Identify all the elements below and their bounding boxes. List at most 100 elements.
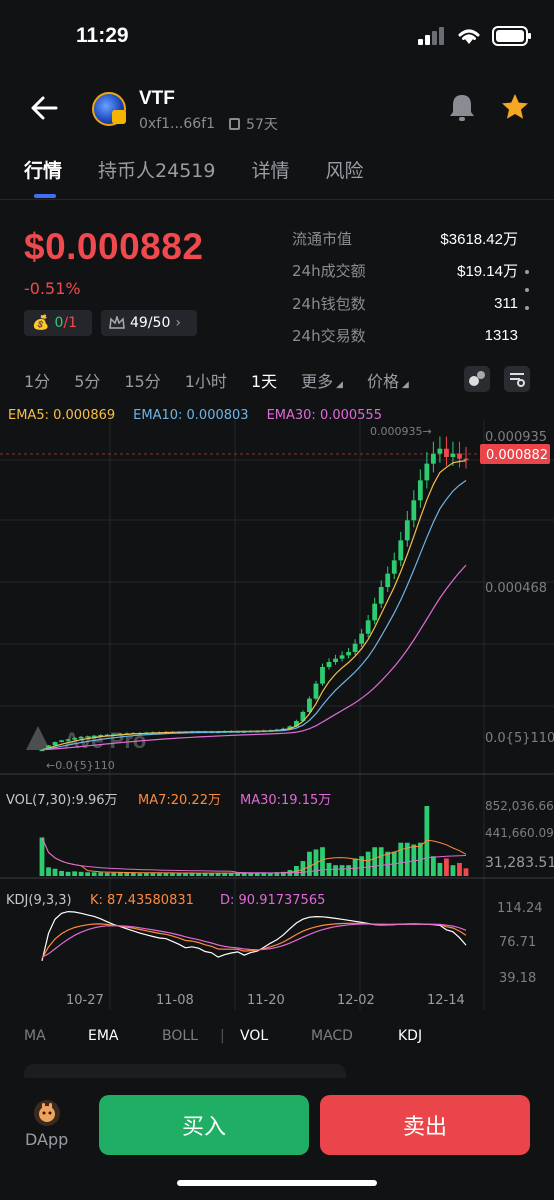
dapp-icon[interactable] [34, 1100, 60, 1126]
chip1-total: /1 [63, 315, 77, 331]
candle-body [378, 587, 384, 604]
volume-bar [398, 842, 404, 876]
volume-bar [157, 873, 162, 876]
money-bag-chip[interactable]: 💰 0/1 [24, 310, 92, 336]
x-axis-label: 10-27 [66, 993, 104, 1008]
volume-bar [437, 862, 443, 876]
chip1-value: 0 [54, 315, 64, 331]
tab-holders[interactable]: 持币人24519 [98, 156, 215, 183]
price-axis-label: 0.0{5}110 [485, 731, 554, 746]
tab-details[interactable]: 详情 [251, 156, 289, 183]
volume-bar [359, 856, 365, 876]
price-chart[interactable]: Ave Pro 0.000935 0.000468 0.0{5}110 0.00… [0, 420, 554, 1020]
star-icon[interactable] [500, 92, 530, 122]
stat-row: 流通市值 $3618.42万 [292, 222, 518, 255]
candle-body [404, 520, 410, 541]
volume-bar [228, 873, 234, 876]
volume-bar [137, 873, 143, 876]
kdj-axis-label: 39.18 [499, 971, 536, 986]
price-axis-label: 0.000468 [485, 581, 547, 596]
stat-row: 24h成交额 $19.14万 [292, 255, 518, 288]
volume-bar [196, 873, 201, 876]
ind-tab-macd[interactable]: MACD [311, 1028, 353, 1044]
ind-tab-vol[interactable]: VOL [240, 1028, 268, 1044]
collapsed-panel[interactable] [24, 1064, 346, 1078]
interval-1h[interactable]: 1小时 [185, 368, 227, 392]
crown-chip[interactable]: 49/50 › [101, 310, 197, 336]
kdj-k-line [41, 922, 467, 959]
ind-tab-ema[interactable]: EMA [88, 1028, 119, 1044]
interval-more[interactable]: 更多 ◢ [301, 368, 343, 392]
interval-15m[interactable]: 15分 [124, 368, 160, 392]
candle-body [333, 658, 338, 662]
status-icons [418, 26, 532, 46]
buy-button[interactable]: 买入 [99, 1095, 309, 1155]
tab-market[interactable]: 行情 [24, 156, 62, 183]
interval-selector: 1分 5分 15分 1小时 1天 更多 ◢ 价格 ◢ [24, 368, 409, 392]
candle-body [457, 453, 462, 459]
interval-1d[interactable]: 1天 [251, 368, 277, 392]
volume-bar [378, 847, 384, 876]
volume-bar [72, 871, 78, 876]
stat-row: 24h交易数 1313 [292, 320, 518, 353]
interval-1m[interactable]: 1分 [24, 368, 50, 392]
candle-body [444, 448, 449, 457]
candle-body [320, 667, 325, 684]
sell-button[interactable]: 卖出 [320, 1095, 530, 1155]
candle-body [78, 737, 84, 739]
candle-body [85, 736, 91, 738]
candle-body [339, 655, 345, 659]
interval-5m[interactable]: 5分 [74, 368, 100, 392]
volume-bar [202, 873, 208, 876]
back-arrow-icon[interactable] [26, 92, 62, 124]
home-indicator [177, 1180, 377, 1186]
indicator-tool-button[interactable] [464, 366, 490, 392]
volume-bar [352, 858, 358, 876]
volume-bars [39, 806, 469, 876]
dapp-label[interactable]: DApp [25, 1130, 68, 1149]
current-price: $0.000882 [24, 226, 204, 267]
volume-axis-label: 852,036.66 [485, 799, 554, 813]
candle-body [52, 742, 58, 746]
volume-bar [91, 872, 97, 876]
candle-body [450, 453, 456, 457]
kdj-k-value: K: 87.43580831 [90, 893, 194, 908]
volume-bar [59, 870, 64, 876]
chevron-right-icon: › [175, 315, 181, 331]
candle-body [391, 560, 397, 574]
low-marker: ←0.0{5}110 [46, 759, 115, 772]
signal-icon [418, 27, 444, 45]
money-bag-icon: 💰 [32, 315, 50, 331]
candle-body [372, 603, 378, 621]
volume-ma30: MA30:19.15万 [240, 793, 331, 808]
active-tab-indicator [34, 194, 56, 198]
volume-bar [346, 865, 351, 876]
volume-bar [241, 873, 247, 876]
copy-icon[interactable] [229, 118, 241, 130]
volume-bar [333, 865, 338, 876]
ind-tab-kdj[interactable]: KDJ [398, 1028, 422, 1044]
candle-body [398, 540, 404, 561]
chart-settings-button[interactable] [504, 366, 530, 392]
kdj-d-value: D: 90.91737565 [220, 893, 325, 908]
stat-value: $3618.42万 [440, 230, 518, 248]
tab-risk[interactable]: 风险 [325, 156, 363, 183]
candle-body [437, 448, 443, 454]
ind-tab-boll[interactable]: BOLL [162, 1028, 198, 1044]
ind-tab-ma[interactable]: MA [24, 1028, 46, 1044]
candle-body [430, 453, 436, 464]
x-axis-label: 11-20 [247, 993, 285, 1008]
token-address[interactable]: 0xf1...66f1 [139, 116, 215, 132]
more-options-icon[interactable] [522, 270, 532, 310]
volume-axis-label: 441,660.09 [485, 826, 554, 840]
wifi-icon [458, 29, 480, 44]
price-axis-label: 0.000935 [485, 430, 547, 445]
volume-bar [104, 872, 110, 876]
volume-bar [170, 873, 175, 876]
price-change: -0.51% [24, 279, 81, 298]
x-axis-label: 12-02 [337, 993, 375, 1008]
candle-body [65, 739, 71, 741]
volume-ma7: MA7:20.22万 [138, 793, 221, 808]
price-toggle[interactable]: 价格 ◢ [367, 368, 409, 392]
bell-icon[interactable] [448, 92, 476, 122]
